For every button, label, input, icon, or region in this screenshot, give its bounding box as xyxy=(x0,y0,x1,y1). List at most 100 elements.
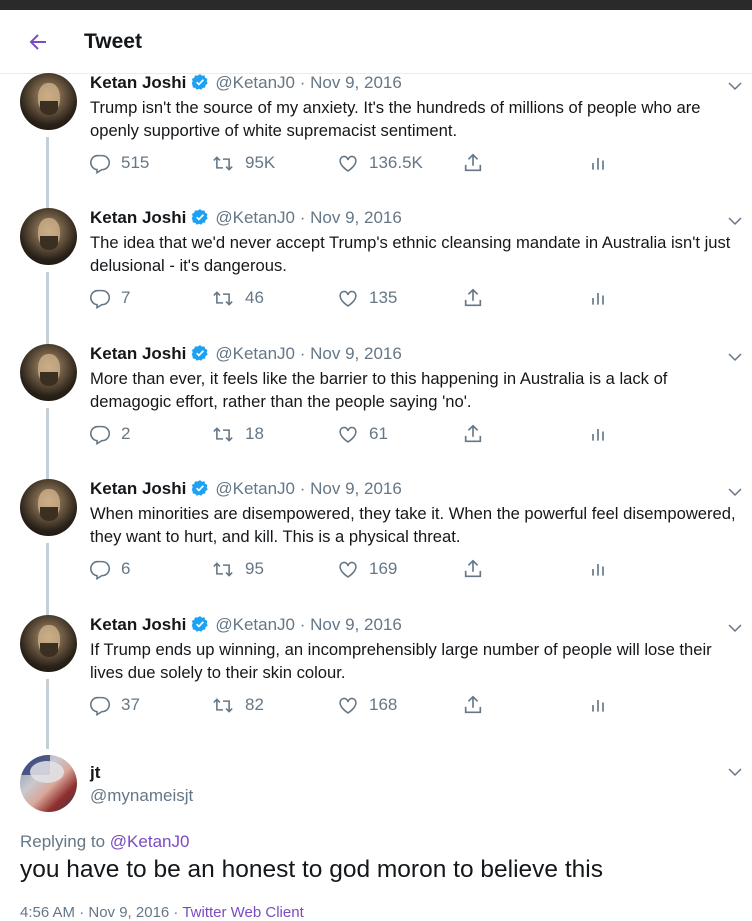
thread-tweet[interactable]: Ketan Joshi @KetanJ0 · Nov 9, 2016 When m… xyxy=(0,479,752,615)
tweet-text: More than ever, it feels like the barrie… xyxy=(90,369,668,411)
tweet-meta: Ketan Joshi @KetanJ0 · Nov 9, 2016 xyxy=(90,208,402,228)
reply-button[interactable]: 6 xyxy=(90,557,130,581)
reply-button[interactable]: 2 xyxy=(90,422,130,446)
chevron-down-icon[interactable] xyxy=(726,619,744,637)
author-name[interactable]: Ketan Joshi xyxy=(90,73,186,92)
back-arrow-icon[interactable] xyxy=(26,30,50,54)
tweet-text: you have to be an honest to god moron to… xyxy=(20,856,603,883)
retweet-icon xyxy=(213,561,233,577)
retweet-icon xyxy=(213,426,233,442)
reply-count: 37 xyxy=(121,695,140,714)
author-handle[interactable]: @mynameisjt xyxy=(90,786,193,806)
thread-tweet[interactable]: Ketan Joshi @KetanJ0 · Nov 9, 2016 The id… xyxy=(0,208,752,344)
avatar[interactable] xyxy=(20,755,77,812)
avatar[interactable] xyxy=(20,615,77,672)
like-count: 136.5K xyxy=(369,153,423,172)
share-button[interactable] xyxy=(462,422,494,446)
analytics-button[interactable] xyxy=(588,151,618,175)
verified-badge-icon xyxy=(192,616,209,632)
author-name[interactable]: jt xyxy=(90,763,100,783)
analytics-button[interactable] xyxy=(588,422,618,446)
analytics-icon xyxy=(592,700,604,712)
retweet-button[interactable]: 95 xyxy=(211,557,264,581)
like-button[interactable]: 169 xyxy=(337,557,397,581)
author-handle[interactable]: @KetanJ0 xyxy=(215,208,295,227)
replying-prefix: Replying to xyxy=(20,832,106,851)
analytics-button[interactable] xyxy=(588,286,618,310)
avatar[interactable] xyxy=(20,73,77,130)
tweet-actions: 7 46 135 xyxy=(90,286,610,310)
replying-to-link[interactable]: @KetanJ0 xyxy=(110,832,190,851)
retweet-button[interactable]: 95K xyxy=(211,151,275,175)
browser-top-edge xyxy=(0,0,752,10)
tweet-text: If Trump ends up winning, an incomprehen… xyxy=(90,640,712,682)
like-button[interactable]: 61 xyxy=(337,422,388,446)
thread-tweet[interactable]: Ketan Joshi @KetanJ0 · Nov 9, 2016 If Tru… xyxy=(0,615,752,751)
avatar[interactable] xyxy=(20,208,77,265)
share-button[interactable] xyxy=(462,693,494,717)
author-name[interactable]: Ketan Joshi xyxy=(90,344,186,363)
author-name[interactable]: Ketan Joshi xyxy=(90,208,186,227)
share-button[interactable] xyxy=(462,557,494,581)
reply-count: 2 xyxy=(121,424,131,443)
meta-separator: · xyxy=(299,479,306,498)
author-handle[interactable]: @KetanJ0 xyxy=(215,479,295,498)
tweet-text: Trump isn't the source of my anxiety. It… xyxy=(90,98,701,140)
verified-badge-icon xyxy=(192,74,209,90)
reply-button[interactable]: 7 xyxy=(90,286,130,310)
chevron-down-icon[interactable] xyxy=(726,763,744,781)
author-handle[interactable]: @KetanJ0 xyxy=(215,344,295,363)
tweet-actions: 515 95K 136.5K xyxy=(90,151,610,175)
retweet-button[interactable]: 18 xyxy=(211,422,264,446)
author-name[interactable]: Ketan Joshi xyxy=(90,479,186,498)
avatar[interactable] xyxy=(20,344,77,401)
like-icon xyxy=(339,155,357,172)
reply-button[interactable]: 37 xyxy=(90,693,140,717)
tweet-text: The idea that we'd never accept Trump's … xyxy=(90,233,731,275)
reply-count: 6 xyxy=(121,559,131,578)
meta-separator: · xyxy=(299,615,306,634)
reply-icon xyxy=(90,560,111,580)
share-icon xyxy=(464,424,482,443)
like-button[interactable]: 136.5K xyxy=(337,151,423,175)
chevron-down-icon[interactable] xyxy=(726,483,744,501)
retweet-count: 82 xyxy=(245,695,264,714)
tweet-date[interactable]: Nov 9, 2016 xyxy=(310,208,402,227)
share-icon xyxy=(464,559,482,578)
share-button[interactable] xyxy=(462,151,494,175)
like-count: 168 xyxy=(369,695,398,714)
reply-icon xyxy=(90,154,111,174)
share-icon xyxy=(464,153,482,172)
analytics-button[interactable] xyxy=(588,557,618,581)
tweet-meta: Ketan Joshi @KetanJ0 · Nov 9, 2016 xyxy=(90,615,402,635)
like-button[interactable]: 168 xyxy=(337,693,397,717)
meta-separator: · xyxy=(299,344,306,363)
tweet-date[interactable]: Nov 9, 2016 xyxy=(310,344,402,363)
author-name[interactable]: Ketan Joshi xyxy=(90,615,186,634)
author-handle[interactable]: @KetanJ0 xyxy=(215,615,295,634)
share-button[interactable] xyxy=(462,286,494,310)
chevron-down-icon[interactable] xyxy=(726,77,744,95)
thread-tweet[interactable]: Ketan Joshi @KetanJ0 · Nov 9, 2016 More t… xyxy=(0,344,752,480)
chevron-down-icon[interactable] xyxy=(726,212,744,230)
verified-badge-icon xyxy=(192,209,209,225)
page-header: Tweet xyxy=(0,10,752,74)
tweet-date[interactable]: Nov 9, 2016 xyxy=(310,615,402,634)
thread-tweet[interactable]: Ketan Joshi @KetanJ0 · Nov 9, 2016 Trump … xyxy=(0,73,752,209)
avatar[interactable] xyxy=(20,479,77,536)
author-handle[interactable]: @KetanJ0 xyxy=(215,73,295,92)
retweet-button[interactable]: 46 xyxy=(211,286,264,310)
reply-count: 7 xyxy=(121,288,131,307)
tweet-meta: Ketan Joshi @KetanJ0 · Nov 9, 2016 xyxy=(90,73,402,93)
reply-icon xyxy=(90,425,111,445)
analytics-icon xyxy=(592,429,604,441)
reply-button[interactable]: 515 xyxy=(90,151,149,175)
tweet-date[interactable]: Nov 9, 2016 xyxy=(310,479,402,498)
tweet-date[interactable]: Nov 9, 2016 xyxy=(310,73,402,92)
retweet-button[interactable]: 82 xyxy=(211,693,264,717)
analytics-icon xyxy=(592,293,604,305)
analytics-button[interactable] xyxy=(588,693,618,717)
like-button[interactable]: 135 xyxy=(337,286,397,310)
retweet-icon xyxy=(213,290,233,306)
chevron-down-icon[interactable] xyxy=(726,348,744,366)
